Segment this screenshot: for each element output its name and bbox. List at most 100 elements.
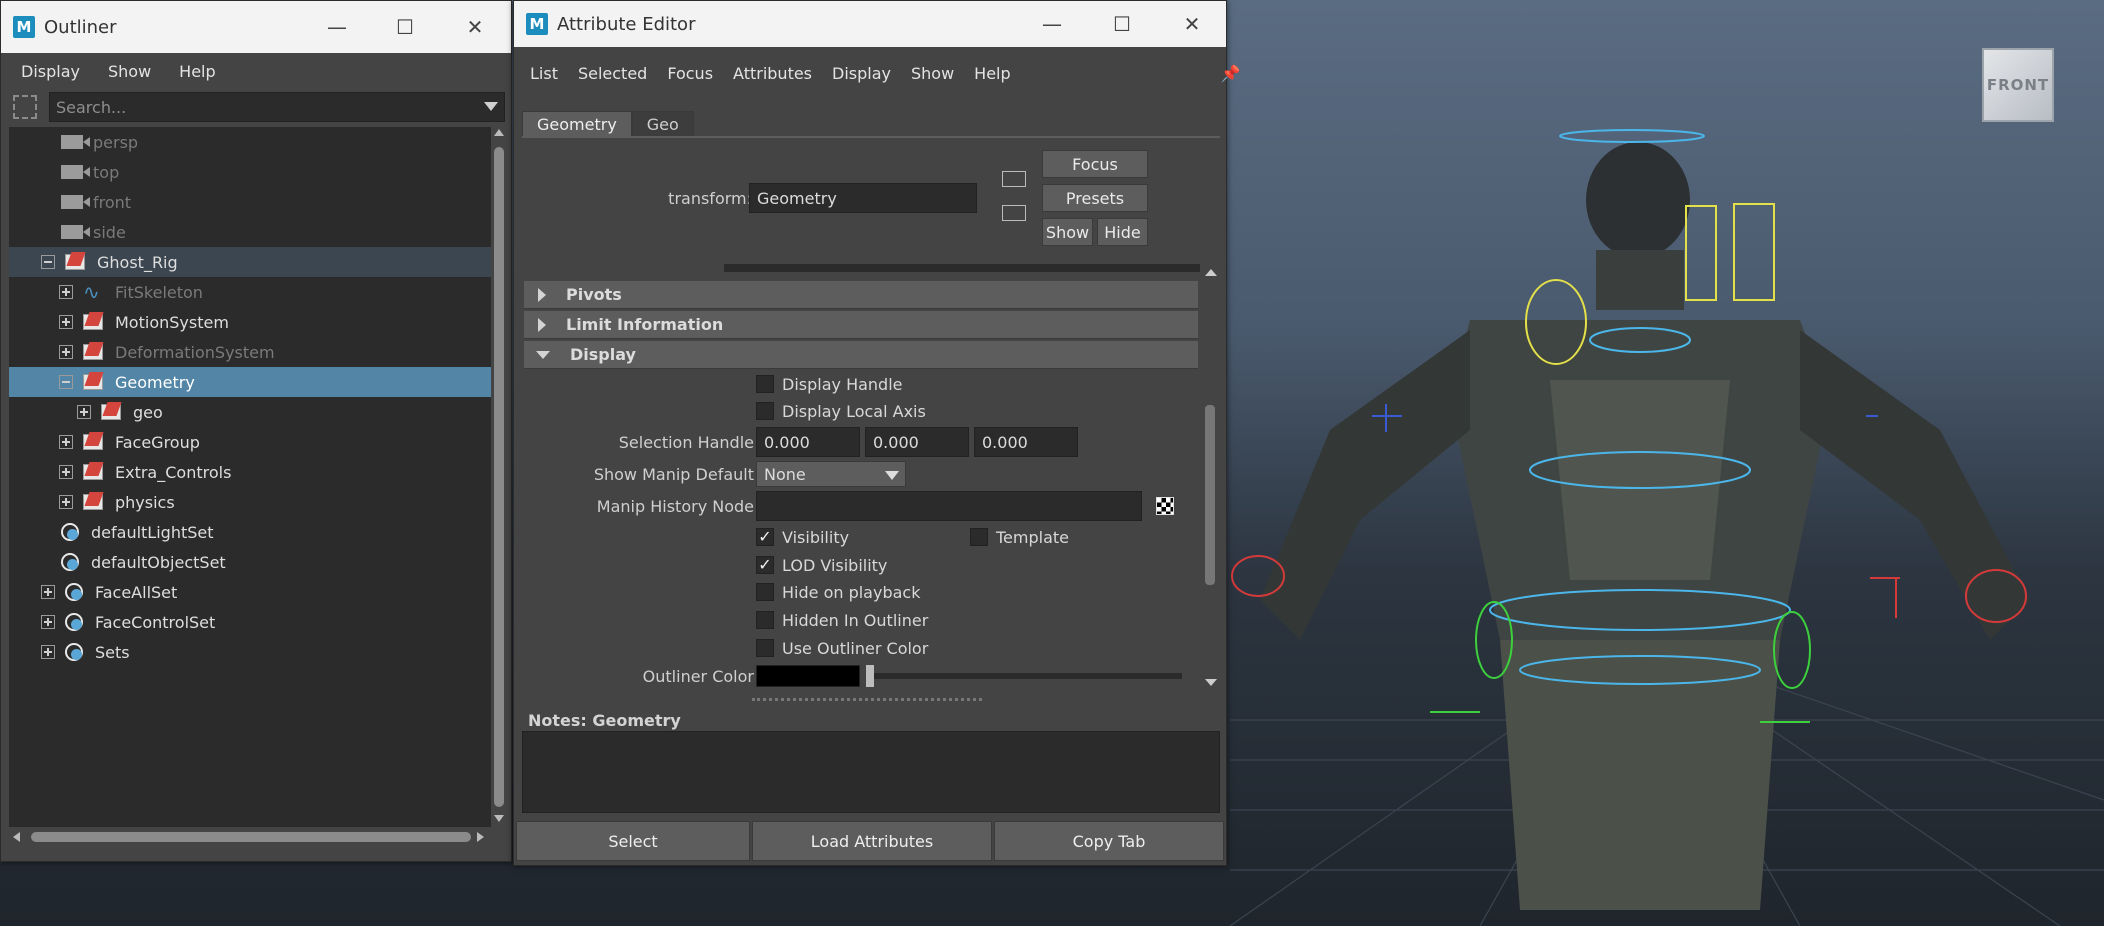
filter-icon[interactable]	[13, 95, 37, 119]
scroll-down-icon[interactable]	[1205, 679, 1217, 686]
list-item[interactable]: Sets	[9, 637, 491, 667]
expand-icon[interactable]	[59, 465, 73, 479]
hide-on-playback-checkbox[interactable]	[756, 583, 774, 601]
transform-name-field[interactable]: Geometry	[749, 183, 977, 213]
splitter-handle[interactable]	[752, 698, 982, 702]
manip-history-node-field[interactable]	[756, 491, 1142, 521]
list-item[interactable]: MotionSystem	[9, 307, 491, 337]
select-button[interactable]: Select	[516, 821, 750, 861]
section-pivots[interactable]: Pivots	[524, 281, 1198, 309]
selection-handle-x[interactable]: 0.000	[756, 427, 860, 457]
search-input[interactable]: Search...	[49, 92, 505, 122]
outliner-color-slider-track[interactable]	[866, 673, 1182, 679]
list-item[interactable]: top	[9, 157, 491, 187]
close-icon[interactable]: ✕	[461, 13, 489, 41]
list-item[interactable]: physics	[9, 487, 491, 517]
go-to-input-icon[interactable]	[1002, 171, 1026, 187]
list-item[interactable]: Ghost_Rig	[9, 247, 491, 277]
outliner-color-slider-handle[interactable]	[866, 665, 874, 687]
outliner-horizontal-scrollbar[interactable]	[9, 829, 491, 845]
tab-geometry[interactable]: Geometry	[522, 111, 632, 137]
outliner-titlebar[interactable]: M Outliner — ☐ ✕	[1, 1, 511, 53]
list-item[interactable]: FaceGroup	[9, 427, 491, 457]
menu-attributes[interactable]: Attributes	[733, 64, 812, 83]
expand-icon[interactable]	[59, 495, 73, 509]
list-item[interactable]: Extra_Controls	[9, 457, 491, 487]
display-handle-checkbox[interactable]	[756, 375, 774, 393]
pin-icon[interactable]: 📌	[1221, 64, 1241, 83]
checker-icon[interactable]	[1156, 497, 1174, 515]
expand-icon[interactable]	[77, 405, 91, 419]
show-button[interactable]: Show	[1042, 218, 1093, 246]
list-item[interactable]: DeformationSystem	[9, 337, 491, 367]
scroll-right-icon[interactable]	[477, 832, 484, 842]
selection-handle-y[interactable]: 0.000	[865, 427, 969, 457]
use-outliner-color-checkbox[interactable]	[756, 639, 774, 657]
display-local-axis-checkbox[interactable]	[756, 402, 774, 420]
attr-titlebar[interactable]: M Attribute Editor — ☐ ✕	[514, 1, 1226, 47]
scroll-left-icon[interactable]	[13, 832, 20, 842]
hidden-in-outliner-checkbox[interactable]	[756, 611, 774, 629]
menu-help[interactable]: Help	[974, 64, 1010, 83]
horizontal-scrollbar[interactable]	[724, 264, 1200, 272]
scroll-down-icon[interactable]	[494, 815, 504, 822]
attr-vertical-scrollbar[interactable]	[1200, 263, 1220, 693]
list-item[interactable]: defaultLightSet	[9, 517, 491, 547]
tab-geo[interactable]: Geo	[631, 111, 694, 137]
menu-focus[interactable]: Focus	[667, 64, 713, 83]
list-item-selected[interactable]: Geometry	[9, 367, 491, 397]
scroll-up-icon[interactable]	[494, 129, 504, 136]
list-item[interactable]: side	[9, 217, 491, 247]
list-item[interactable]: ∿ FitSkeleton	[9, 277, 491, 307]
menu-list[interactable]: List	[530, 64, 558, 83]
outliner-vertical-scrollbar[interactable]	[491, 127, 507, 827]
menu-display[interactable]: Display	[832, 64, 891, 83]
expand-icon[interactable]	[59, 435, 73, 449]
list-item[interactable]: FaceControlSet	[9, 607, 491, 637]
menu-selected[interactable]: Selected	[578, 64, 647, 83]
notes-textarea[interactable]	[522, 731, 1220, 813]
minimize-icon[interactable]: —	[1038, 10, 1066, 38]
maximize-icon[interactable]: ☐	[1108, 10, 1136, 38]
list-item[interactable]: geo	[9, 397, 491, 427]
expand-icon[interactable]	[59, 285, 73, 299]
presets-button[interactable]: Presets	[1042, 184, 1148, 212]
lod-visibility-checkbox[interactable]: ✓	[756, 556, 774, 574]
copy-tab-button[interactable]: Copy Tab	[994, 821, 1224, 861]
list-item[interactable]: FaceAllSet	[9, 577, 491, 607]
list-item[interactable]: front	[9, 187, 491, 217]
hide-button[interactable]: Hide	[1097, 218, 1148, 246]
visibility-checkbox[interactable]: ✓	[756, 528, 774, 546]
show-manip-default-select[interactable]: None	[756, 461, 906, 487]
menu-show[interactable]: Show	[108, 62, 151, 81]
scroll-thumb[interactable]	[494, 147, 504, 807]
go-to-output-icon[interactable]	[1002, 205, 1026, 221]
minimize-icon[interactable]: —	[323, 13, 351, 41]
outliner-color-swatch[interactable]	[756, 665, 860, 687]
view-cube-front[interactable]: FRONT	[1982, 48, 2054, 122]
chevron-down-icon[interactable]	[484, 102, 498, 111]
expand-icon[interactable]	[41, 645, 55, 659]
section-display[interactable]: Display	[524, 341, 1198, 369]
expand-icon[interactable]	[41, 585, 55, 599]
close-icon[interactable]: ✕	[1178, 10, 1206, 38]
scroll-thumb[interactable]	[1205, 405, 1215, 585]
maximize-icon[interactable]: ☐	[391, 13, 419, 41]
menu-help[interactable]: Help	[179, 62, 215, 81]
focus-button[interactable]: Focus	[1042, 150, 1148, 178]
collapse-icon[interactable]	[41, 255, 55, 269]
list-item[interactable]: defaultObjectSet	[9, 547, 491, 577]
expand-icon[interactable]	[41, 615, 55, 629]
expand-icon[interactable]	[59, 345, 73, 359]
selection-handle-z[interactable]: 0.000	[974, 427, 1078, 457]
section-limit-information[interactable]: Limit Information	[524, 311, 1198, 339]
menu-display[interactable]: Display	[21, 62, 80, 81]
scroll-up-icon[interactable]	[1205, 269, 1217, 276]
menu-show[interactable]: Show	[911, 64, 954, 83]
expand-icon[interactable]	[59, 315, 73, 329]
load-attributes-button[interactable]: Load Attributes	[752, 821, 992, 861]
collapse-icon[interactable]	[59, 375, 73, 389]
scroll-thumb[interactable]	[31, 832, 471, 842]
template-checkbox[interactable]	[970, 528, 988, 546]
list-item[interactable]: persp	[9, 127, 491, 157]
